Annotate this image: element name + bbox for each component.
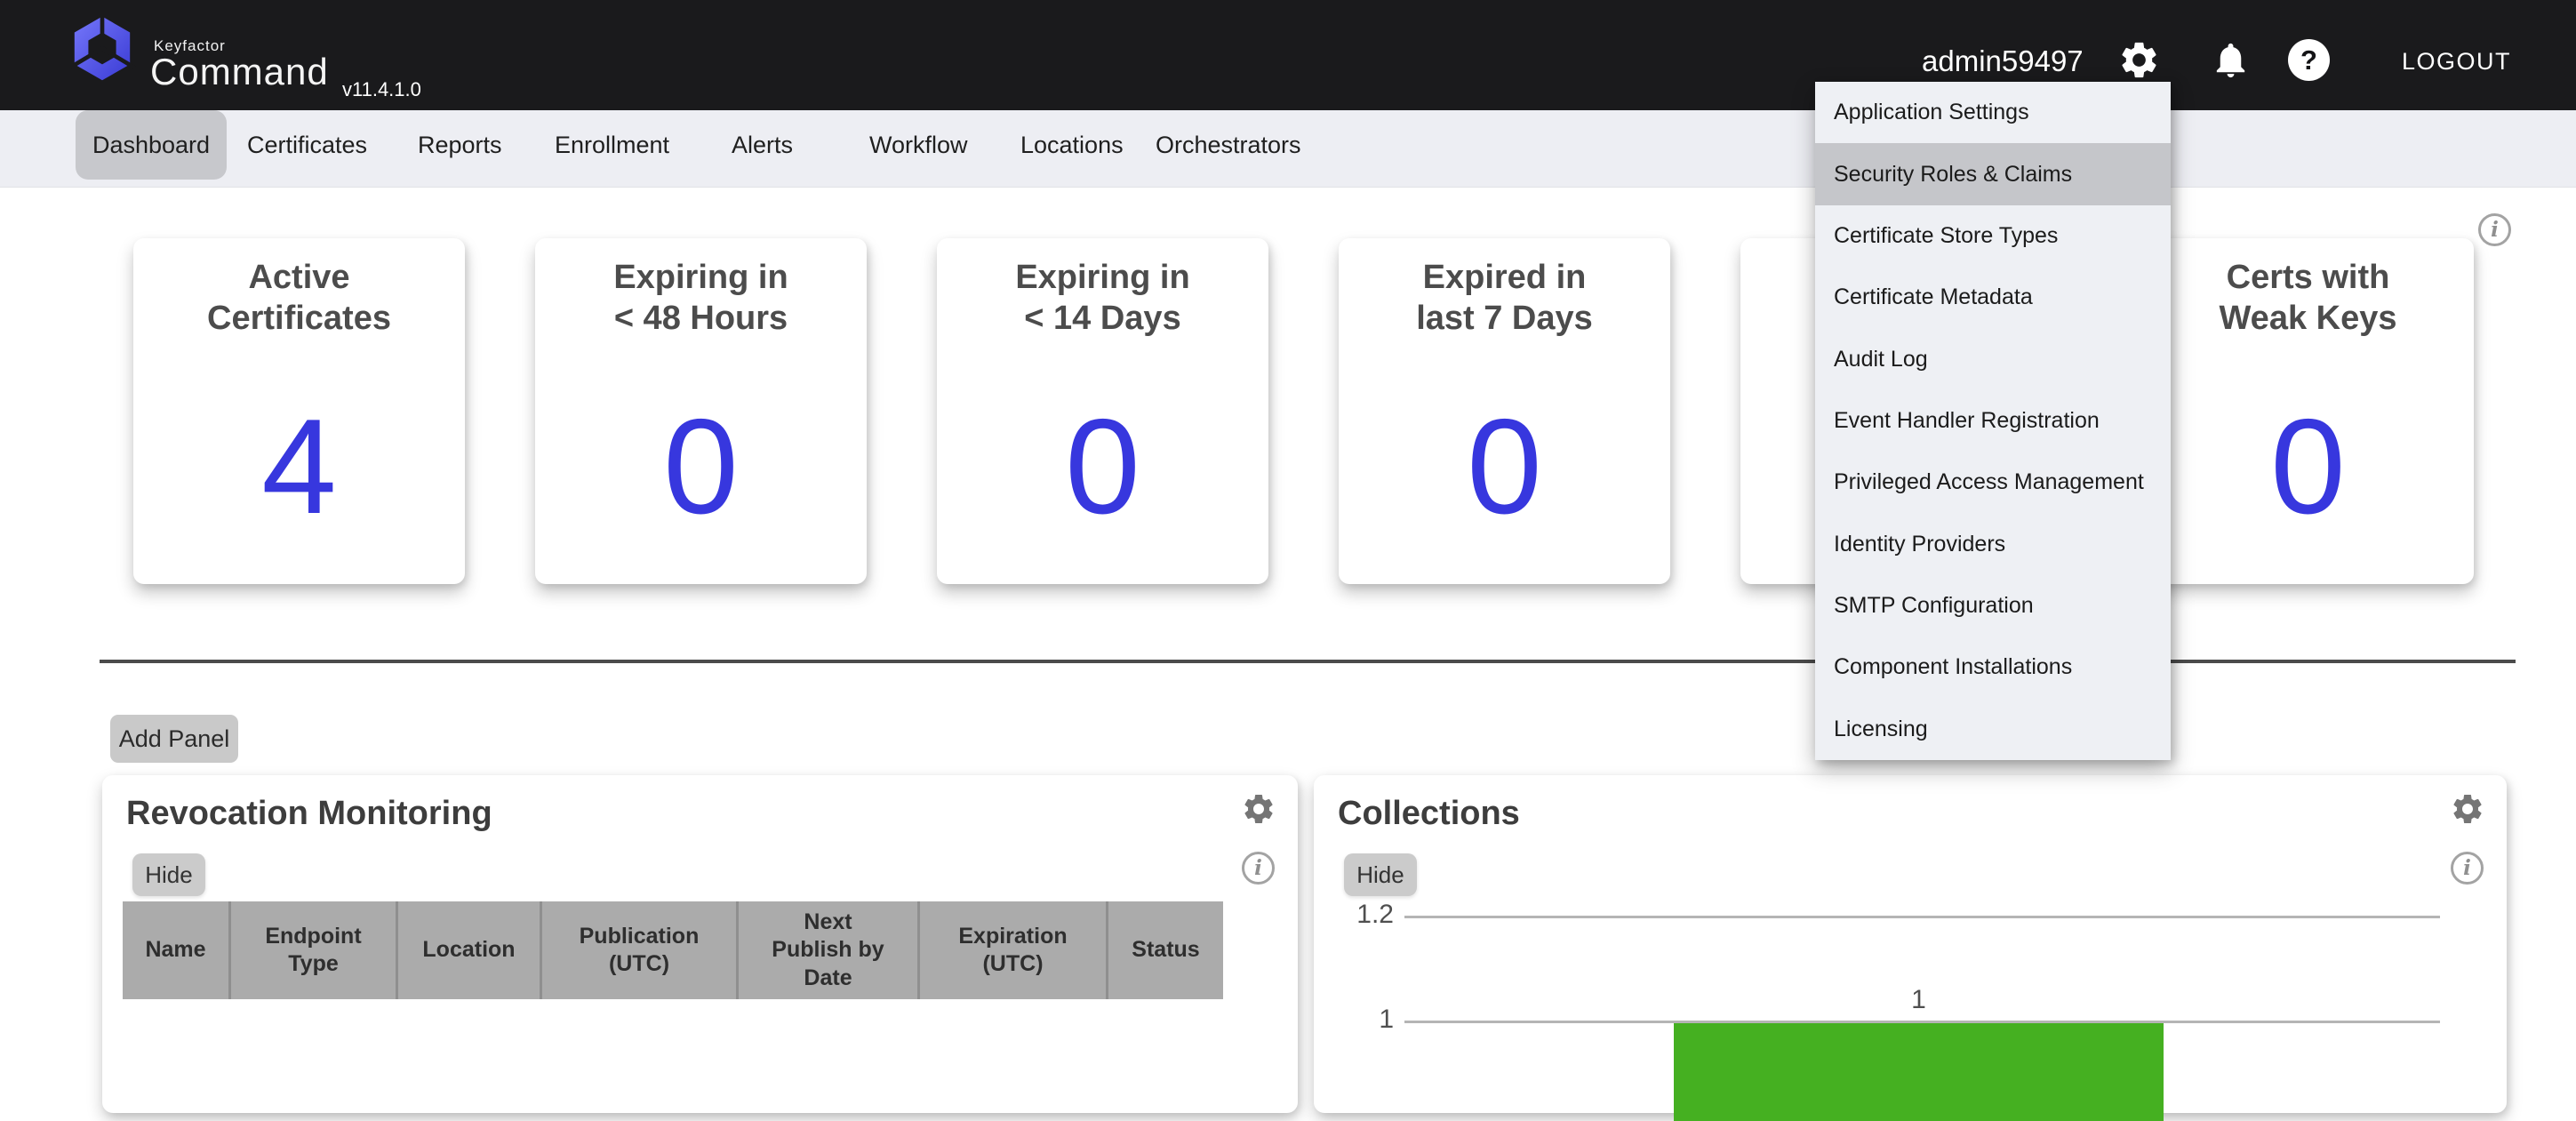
column-header-status: Status xyxy=(1106,901,1223,999)
main-nav: Dashboard Certificates Reports Enrollmen… xyxy=(0,110,2576,188)
revocation-monitoring-panel: Revocation Monitoring Hide i Name Endpoi… xyxy=(102,775,1298,1113)
tab-certificates[interactable]: Certificates xyxy=(247,110,367,180)
settings-menu: Application Settings Security Roles & Cl… xyxy=(1815,82,2171,760)
column-header-expiration: Expiration (UTC) xyxy=(917,901,1106,999)
tab-alerts[interactable]: Alerts xyxy=(732,110,793,180)
panel-title: Revocation Monitoring xyxy=(126,795,492,833)
hide-panel-button[interactable]: Hide xyxy=(1344,853,1417,896)
version-label: v11.4.1.0 xyxy=(342,78,421,101)
tab-enrollment[interactable]: Enrollment xyxy=(555,110,669,180)
menu-item-identity-providers[interactable]: Identity Providers xyxy=(1815,514,2171,575)
menu-item-certificate-store-types[interactable]: Certificate Store Types xyxy=(1815,205,2171,267)
card-expiring-48-hours: Expiring in< 48 Hours 0 xyxy=(535,238,867,584)
card-value: 0 xyxy=(2142,382,2474,551)
panel-settings-gear-icon[interactable] xyxy=(2450,791,2485,827)
card-expired-7-days: Expired inlast 7 Days 0 xyxy=(1339,238,1670,584)
logout-button[interactable]: LOGOUT xyxy=(2402,48,2511,76)
card-title: Expiring in< 48 Hours xyxy=(535,258,867,339)
notifications-bell-icon[interactable] xyxy=(2210,39,2252,81)
keyfactor-logo-icon xyxy=(68,14,137,98)
help-icon[interactable]: ? xyxy=(2288,39,2330,81)
app-header: Keyfactor Command v11.4.1.0 admin59497 ?… xyxy=(0,0,2576,110)
menu-item-audit-log[interactable]: Audit Log xyxy=(1815,328,2171,389)
panel-info-icon[interactable]: i xyxy=(2451,852,2484,885)
menu-item-event-handler-registration[interactable]: Event Handler Registration xyxy=(1815,390,2171,452)
settings-gear-icon[interactable] xyxy=(2117,38,2161,82)
revocation-table-header: Name Endpoint Type Location Publication … xyxy=(123,901,1223,999)
panel-info-icon[interactable]: i xyxy=(1242,852,1275,885)
card-title: Certs withWeak Keys xyxy=(2142,258,2474,339)
card-title: ActiveCertificates xyxy=(133,258,465,339)
card-title: Expired inlast 7 Days xyxy=(1339,258,1670,339)
bar-value-label: 1 xyxy=(1674,985,2164,1015)
card-value: 0 xyxy=(937,382,1268,551)
menu-item-certificate-metadata[interactable]: Certificate Metadata xyxy=(1815,267,2171,328)
menu-item-application-settings[interactable]: Application Settings xyxy=(1815,82,2171,143)
card-value: 4 xyxy=(133,382,465,551)
menu-item-smtp-configuration[interactable]: SMTP Configuration xyxy=(1815,575,2171,637)
y-axis-tick-upper: 1.2 xyxy=(1339,900,1394,930)
menu-item-security-roles-claims[interactable]: Security Roles & Claims xyxy=(1815,143,2171,204)
tab-dashboard[interactable]: Dashboard xyxy=(76,110,227,180)
collections-panel: Collections Hide i 1.2 1 1 xyxy=(1314,775,2507,1113)
panel-title: Collections xyxy=(1338,795,1520,833)
collections-bar xyxy=(1674,1023,2164,1121)
menu-item-privileged-access-management[interactable]: Privileged Access Management xyxy=(1815,452,2171,513)
column-header-location: Location xyxy=(396,901,540,999)
card-active-certificates: ActiveCertificates 4 xyxy=(133,238,465,584)
hide-panel-button[interactable]: Hide xyxy=(132,853,205,896)
card-expiring-14-days: Expiring in< 14 Days 0 xyxy=(937,238,1268,584)
card-value: 0 xyxy=(535,382,867,551)
panel-settings-gear-icon[interactable] xyxy=(1241,791,1276,827)
card-weak-keys: Certs withWeak Keys 0 xyxy=(2142,238,2474,584)
column-header-next-publish: Next Publish by Date xyxy=(736,901,917,999)
brand-command: Command xyxy=(150,51,329,93)
column-header-publication: Publication (UTC) xyxy=(540,901,736,999)
tab-reports[interactable]: Reports xyxy=(418,110,502,180)
y-axis-tick-lower: 1 xyxy=(1339,1005,1394,1035)
tab-workflow[interactable]: Workflow xyxy=(869,110,968,180)
tab-orchestrators[interactable]: Orchestrators xyxy=(1156,110,1301,180)
dashboard-info-icon[interactable]: i xyxy=(2478,213,2511,246)
column-header-endpoint: Endpoint Type xyxy=(228,901,396,999)
card-value: 0 xyxy=(1339,382,1670,551)
gridline-upper xyxy=(1404,916,2440,918)
card-title: Expiring in< 14 Days xyxy=(937,258,1268,339)
menu-item-licensing[interactable]: Licensing xyxy=(1815,699,2171,760)
add-panel-button[interactable]: Add Panel xyxy=(110,715,238,763)
username-label: admin59497 xyxy=(1922,44,2084,78)
menu-item-component-installations[interactable]: Component Installations xyxy=(1815,637,2171,698)
tab-locations[interactable]: Locations xyxy=(1020,110,1124,180)
column-header-name: Name xyxy=(123,901,228,999)
